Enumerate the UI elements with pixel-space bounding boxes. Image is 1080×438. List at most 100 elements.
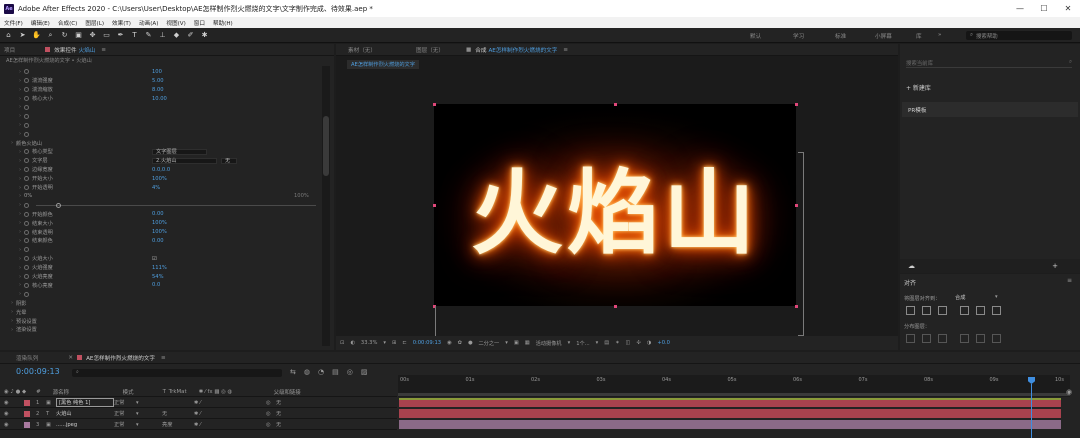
layer-mode-dropdown[interactable]: 正常 bbox=[114, 410, 136, 417]
twirl-chevron-icon[interactable]: › bbox=[16, 265, 24, 271]
stopwatch-icon[interactable] bbox=[24, 291, 29, 297]
layer-label-color[interactable] bbox=[24, 421, 30, 428]
twirl-chevron-icon[interactable]: › bbox=[16, 282, 24, 288]
fast-preview-icon[interactable]: ✶ bbox=[615, 340, 619, 346]
panel-menu-icon[interactable]: ≡ bbox=[563, 47, 568, 53]
transform-handle[interactable] bbox=[433, 103, 436, 106]
twirl-chevron-icon[interactable]: › bbox=[16, 149, 24, 155]
stopwatch-icon[interactable] bbox=[24, 238, 29, 244]
home-icon[interactable]: ⌂ bbox=[3, 30, 14, 41]
distribute-top-icon[interactable] bbox=[906, 334, 915, 343]
effect-property-value[interactable]: 0.0,0.0 bbox=[152, 167, 170, 173]
timeline-search-input[interactable]: ⌕ bbox=[72, 369, 282, 377]
layer-trkmat-dropdown[interactable]: 亮度 bbox=[162, 421, 194, 428]
effect-property-row[interactable]: › 核心亮度 0.0 bbox=[0, 282, 322, 290]
menu-window[interactable]: 窗口 bbox=[194, 19, 205, 27]
stopwatch-icon[interactable] bbox=[24, 229, 29, 235]
rectangle-tool-icon[interactable]: ▭ bbox=[101, 30, 112, 41]
column-parent[interactable]: 父级和链接 bbox=[274, 388, 301, 396]
twirl-chevron-icon[interactable]: › bbox=[16, 220, 24, 226]
effect-property-value[interactable]: 100% bbox=[152, 220, 167, 226]
stopwatch-icon[interactable] bbox=[24, 185, 29, 191]
transform-handle[interactable] bbox=[614, 305, 617, 308]
library-search-input[interactable]: 搜索当前库 ⌕ bbox=[906, 58, 1072, 68]
layer-mode-dropdown[interactable]: 正常 bbox=[114, 399, 136, 406]
effect-property-row[interactable]: › 火焰强度 111% bbox=[0, 264, 322, 272]
chevron-down-icon[interactable]: ▾ bbox=[505, 340, 508, 346]
layer-parent-dropdown[interactable]: 无 bbox=[276, 399, 281, 406]
effect-property-value[interactable]: 0.00 bbox=[152, 238, 164, 244]
effect-property-row[interactable]: › 结束透明 100% bbox=[0, 228, 322, 236]
frame-blending-icon[interactable]: ▤ bbox=[332, 368, 339, 376]
twirl-chevron-icon[interactable]: › bbox=[16, 176, 24, 182]
pen-tool-icon[interactable]: ✒ bbox=[115, 30, 126, 41]
twirl-chevron-icon[interactable]: › bbox=[8, 140, 16, 146]
effect-property-row[interactable]: › 火焰亮度 54% bbox=[0, 273, 322, 281]
twirl-chevron-icon[interactable]: › bbox=[8, 318, 16, 324]
stopwatch-icon[interactable] bbox=[24, 176, 29, 182]
tab-layer[interactable]: 图层（无） bbox=[416, 46, 444, 54]
menu-view[interactable]: 视图(V) bbox=[166, 19, 185, 27]
chevron-down-icon[interactable]: ▾ bbox=[136, 400, 162, 406]
stopwatch-icon[interactable] bbox=[24, 202, 29, 208]
twirl-chevron-icon[interactable]: › bbox=[16, 256, 24, 262]
cloud-icon[interactable]: ☁ bbox=[908, 262, 915, 270]
region-of-interest-icon[interactable]: ▣ bbox=[514, 340, 519, 346]
twirl-chevron-icon[interactable]: › bbox=[16, 122, 24, 128]
exposure-value[interactable]: +0.0 bbox=[657, 340, 670, 346]
comp-button-icon[interactable]: ◉ bbox=[1066, 388, 1072, 396]
color-icon[interactable]: ● bbox=[468, 340, 473, 346]
stopwatch-icon[interactable] bbox=[24, 211, 29, 217]
comp-mini-flowchart-icon[interactable]: ⇆ bbox=[290, 368, 296, 376]
effect-property-dropdown[interactable]: 2.火焰山 bbox=[152, 157, 217, 164]
stopwatch-icon[interactable] bbox=[24, 113, 29, 119]
twirl-chevron-icon[interactable]: › bbox=[16, 247, 24, 253]
effect-property-value[interactable]: 8.00 bbox=[152, 87, 164, 93]
effect-property-value[interactable]: 100 bbox=[152, 69, 162, 75]
tab-footage[interactable]: 素材（无） bbox=[348, 46, 376, 54]
rotate-tool-icon[interactable]: ↻ bbox=[59, 30, 70, 41]
layer-name[interactable]: [黑色 纯色 1] bbox=[56, 398, 114, 407]
stopwatch-icon[interactable] bbox=[24, 265, 29, 271]
stopwatch-icon[interactable] bbox=[24, 104, 29, 110]
layer-trkmat-dropdown[interactable]: 无 bbox=[162, 410, 194, 417]
twirl-chevron-icon[interactable]: › bbox=[8, 309, 16, 315]
transform-handle[interactable] bbox=[433, 204, 436, 207]
eraser-tool-icon[interactable]: ◆ bbox=[171, 30, 182, 41]
zoom-tool-icon[interactable]: ⌕ bbox=[45, 30, 56, 41]
layer-name[interactable]: ......jpeg bbox=[56, 422, 114, 428]
effect-property-row[interactable]: › 预设设置 bbox=[0, 317, 322, 325]
effect-property-row[interactable]: › bbox=[0, 246, 322, 254]
effect-property-row[interactable]: › bbox=[0, 104, 322, 112]
column-trkmat[interactable]: TrkMat bbox=[169, 389, 199, 395]
menu-edit[interactable]: 编辑(E) bbox=[31, 19, 50, 27]
close-icon[interactable]: ✕ bbox=[68, 355, 73, 361]
shy-icon[interactable]: ◔ bbox=[318, 368, 324, 376]
tab-render-queue[interactable]: 渲染队列 bbox=[16, 354, 38, 362]
puppet-tool-icon[interactable]: ✱ bbox=[199, 30, 210, 41]
menu-effect[interactable]: 效果(T) bbox=[112, 19, 131, 27]
effect-property-row[interactable]: › 开始颜色 0.00 bbox=[0, 210, 322, 218]
align-right-icon[interactable] bbox=[938, 306, 947, 315]
camera-tool-icon[interactable]: ▣ bbox=[73, 30, 84, 41]
scrollbar[interactable] bbox=[322, 66, 330, 346]
visibility-eye-icon[interactable]: ◉ bbox=[4, 422, 24, 428]
chevron-down-icon[interactable]: ▾ bbox=[136, 422, 162, 428]
brush-tool-icon[interactable]: ✎ bbox=[143, 30, 154, 41]
stopwatch-icon[interactable] bbox=[24, 167, 29, 173]
twirl-chevron-icon[interactable]: › bbox=[16, 291, 24, 297]
twirl-chevron-icon[interactable]: › bbox=[16, 211, 24, 217]
twirl-chevron-icon[interactable]: › bbox=[16, 96, 24, 102]
views-dropdown[interactable]: 1个... bbox=[576, 340, 589, 347]
stopwatch-icon[interactable] bbox=[24, 96, 29, 102]
twirl-chevron-icon[interactable]: › bbox=[16, 113, 24, 119]
workspace-default[interactable]: 默认 bbox=[750, 32, 761, 40]
layer-switches[interactable]: ✱ ⁄ bbox=[194, 422, 266, 428]
graph-editor-icon[interactable]: ▨ bbox=[361, 368, 368, 376]
workspace-learn[interactable]: 学习 bbox=[793, 32, 804, 40]
align-top-icon[interactable] bbox=[960, 306, 969, 315]
effect-property-row[interactable]: › 开始大小 100% bbox=[0, 175, 322, 183]
layer-mode-dropdown[interactable]: 正常 bbox=[114, 421, 136, 428]
effect-property-row[interactable]: › 火焰大小 ☑ bbox=[0, 255, 322, 263]
stopwatch-icon[interactable] bbox=[24, 158, 29, 164]
